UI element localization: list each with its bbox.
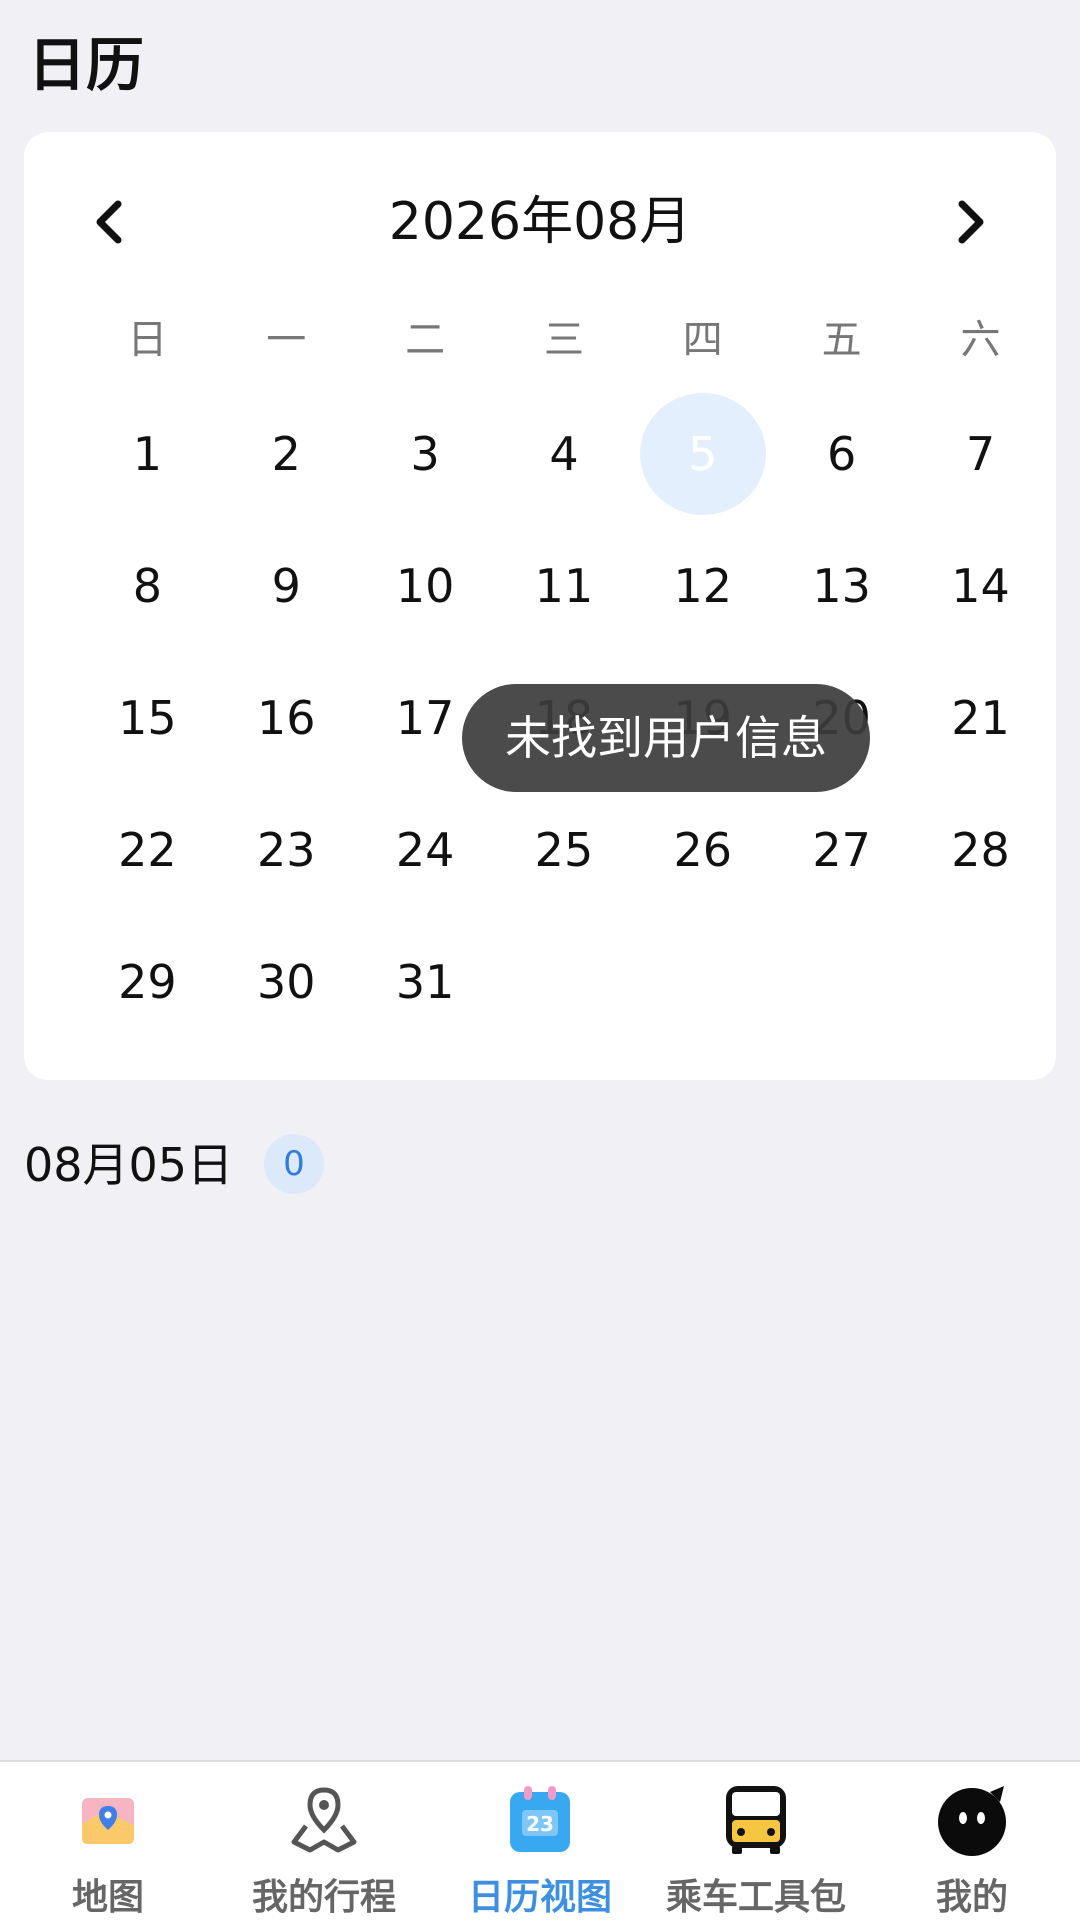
day-cell-selected[interactable]: 5 [633, 388, 772, 520]
day-cell[interactable]: 8 [78, 520, 217, 652]
day-number: 30 [256, 955, 316, 1009]
day-cell[interactable]: 4 [495, 388, 634, 520]
day-number: 28 [951, 823, 1010, 877]
day-cell[interactable]: 30 [217, 916, 356, 1048]
weekday-label: 四 [682, 317, 723, 363]
day-number: 10 [395, 559, 455, 613]
tab-ride-toolkit[interactable]: 乘车工具包 [648, 1762, 864, 1920]
day-number: 1 [132, 427, 163, 481]
tab-my-trips[interactable]: 我的行程 [216, 1762, 432, 1920]
calendar-card: 2026年08月 日 一 二 三 四 五 六 1 2 3 4 5 6 7 8 9 10 11 12 13… [24, 132, 1056, 1080]
day-number: 16 [256, 691, 316, 745]
day-number: 4 [549, 427, 579, 481]
tab-label: 日历视图 [467, 1877, 612, 1918]
day-cell[interactable]: 25 [495, 784, 634, 916]
weekday-label: 一 [266, 317, 307, 363]
weekday-label: 日 [127, 317, 168, 363]
day-cell[interactable]: 16 [217, 652, 356, 784]
day-number: 29 [118, 955, 177, 1009]
day-cell[interactable]: 22 [78, 784, 217, 916]
day-number: 24 [395, 823, 455, 877]
day-cell[interactable]: 9 [217, 520, 356, 652]
tab-me[interactable]: 我的 [864, 1762, 1080, 1920]
day-number: 31 [395, 955, 455, 1009]
day-number: 5 [688, 427, 718, 481]
route-pin-icon [291, 1787, 357, 1853]
day-cell[interactable]: 3 [356, 388, 495, 520]
day-cell[interactable]: 7 [911, 388, 1050, 520]
day-cell[interactable]: 12 [633, 520, 772, 652]
weekday-header-row: 日 一 二 三 四 五 六 [78, 308, 1050, 372]
bottom-tab-bar: 地图 我的行程 23 日历视图 乘车工具包 我的 [0, 1760, 1080, 1920]
day-cell[interactable]: 26 [633, 784, 772, 916]
tab-label: 我的行程 [251, 1877, 396, 1918]
day-cell[interactable]: 13 [772, 520, 911, 652]
day-cell[interactable]: 23 [217, 784, 356, 916]
day-cell[interactable]: 2 [217, 388, 356, 520]
tab-label: 地图 [71, 1877, 144, 1918]
month-title: 2026年08月 [388, 192, 692, 252]
day-cell[interactable]: 31 [356, 916, 495, 1048]
day-cell[interactable]: 28 [911, 784, 1050, 916]
day-number: 22 [118, 823, 177, 877]
day-cell[interactable]: 11 [495, 520, 634, 652]
day-cell[interactable]: 6 [772, 388, 911, 520]
selected-date-label: 08月05日 [24, 1138, 234, 1192]
day-number: 11 [534, 559, 594, 613]
svg-text:23: 23 [526, 1812, 554, 1836]
weekday-label: 六 [960, 317, 1001, 363]
day-cell[interactable]: 24 [356, 784, 495, 916]
day-number: 15 [118, 691, 177, 745]
calendar-header: 2026年08月 [24, 182, 1056, 262]
avatar-icon [938, 1786, 1006, 1856]
tab-label: 乘车工具包 [665, 1877, 846, 1918]
day-cell[interactable]: 15 [78, 652, 217, 784]
map-icon [82, 1798, 134, 1844]
day-number: 25 [534, 823, 594, 877]
weekday-label: 三 [543, 317, 584, 363]
day-cell[interactable]: 1 [78, 388, 217, 520]
tab-map[interactable]: 地图 [0, 1762, 216, 1920]
day-number: 8 [132, 559, 163, 613]
tab-label: 我的 [935, 1877, 1008, 1918]
weekday-label: 二 [405, 317, 446, 363]
day-cell[interactable]: 10 [356, 520, 495, 652]
weekday-label: 五 [821, 317, 862, 363]
toast-message: 未找到用户信息 [462, 684, 870, 792]
day-number: 23 [256, 823, 316, 877]
day-number: 3 [410, 427, 440, 481]
day-cell[interactable]: 21 [911, 652, 1050, 784]
day-number: 13 [812, 559, 871, 613]
day-cell[interactable]: 29 [78, 916, 217, 1048]
day-cell[interactable]: 14 [911, 520, 1050, 652]
bus-icon [726, 1786, 786, 1854]
tab-calendar-view[interactable]: 23 日历视图 [432, 1762, 648, 1920]
day-number: 9 [271, 559, 301, 613]
page-title: 日历 [28, 31, 145, 99]
day-cell[interactable]: 27 [772, 784, 911, 916]
day-number: 6 [827, 427, 857, 481]
event-count-badge: 0 [264, 1134, 324, 1194]
calendar-page: 日历 2026年08月 日 一 二 三 四 五 六 12 3 4 5 6 7 8 9 10 11… [0, 0, 1080, 1920]
day-number: 12 [673, 559, 733, 613]
day-number: 26 [673, 823, 733, 877]
chevron-right-icon [958, 200, 984, 244]
day-number: 27 [812, 823, 871, 877]
day-number: 17 [395, 691, 455, 745]
day-number: 14 [951, 559, 1010, 613]
day-number: 7 [965, 427, 996, 481]
calendar-icon: 23 [510, 1786, 570, 1852]
day-number: 21 [951, 691, 1010, 745]
day-number: 2 [271, 427, 301, 481]
next-month-button[interactable] [940, 192, 1000, 252]
